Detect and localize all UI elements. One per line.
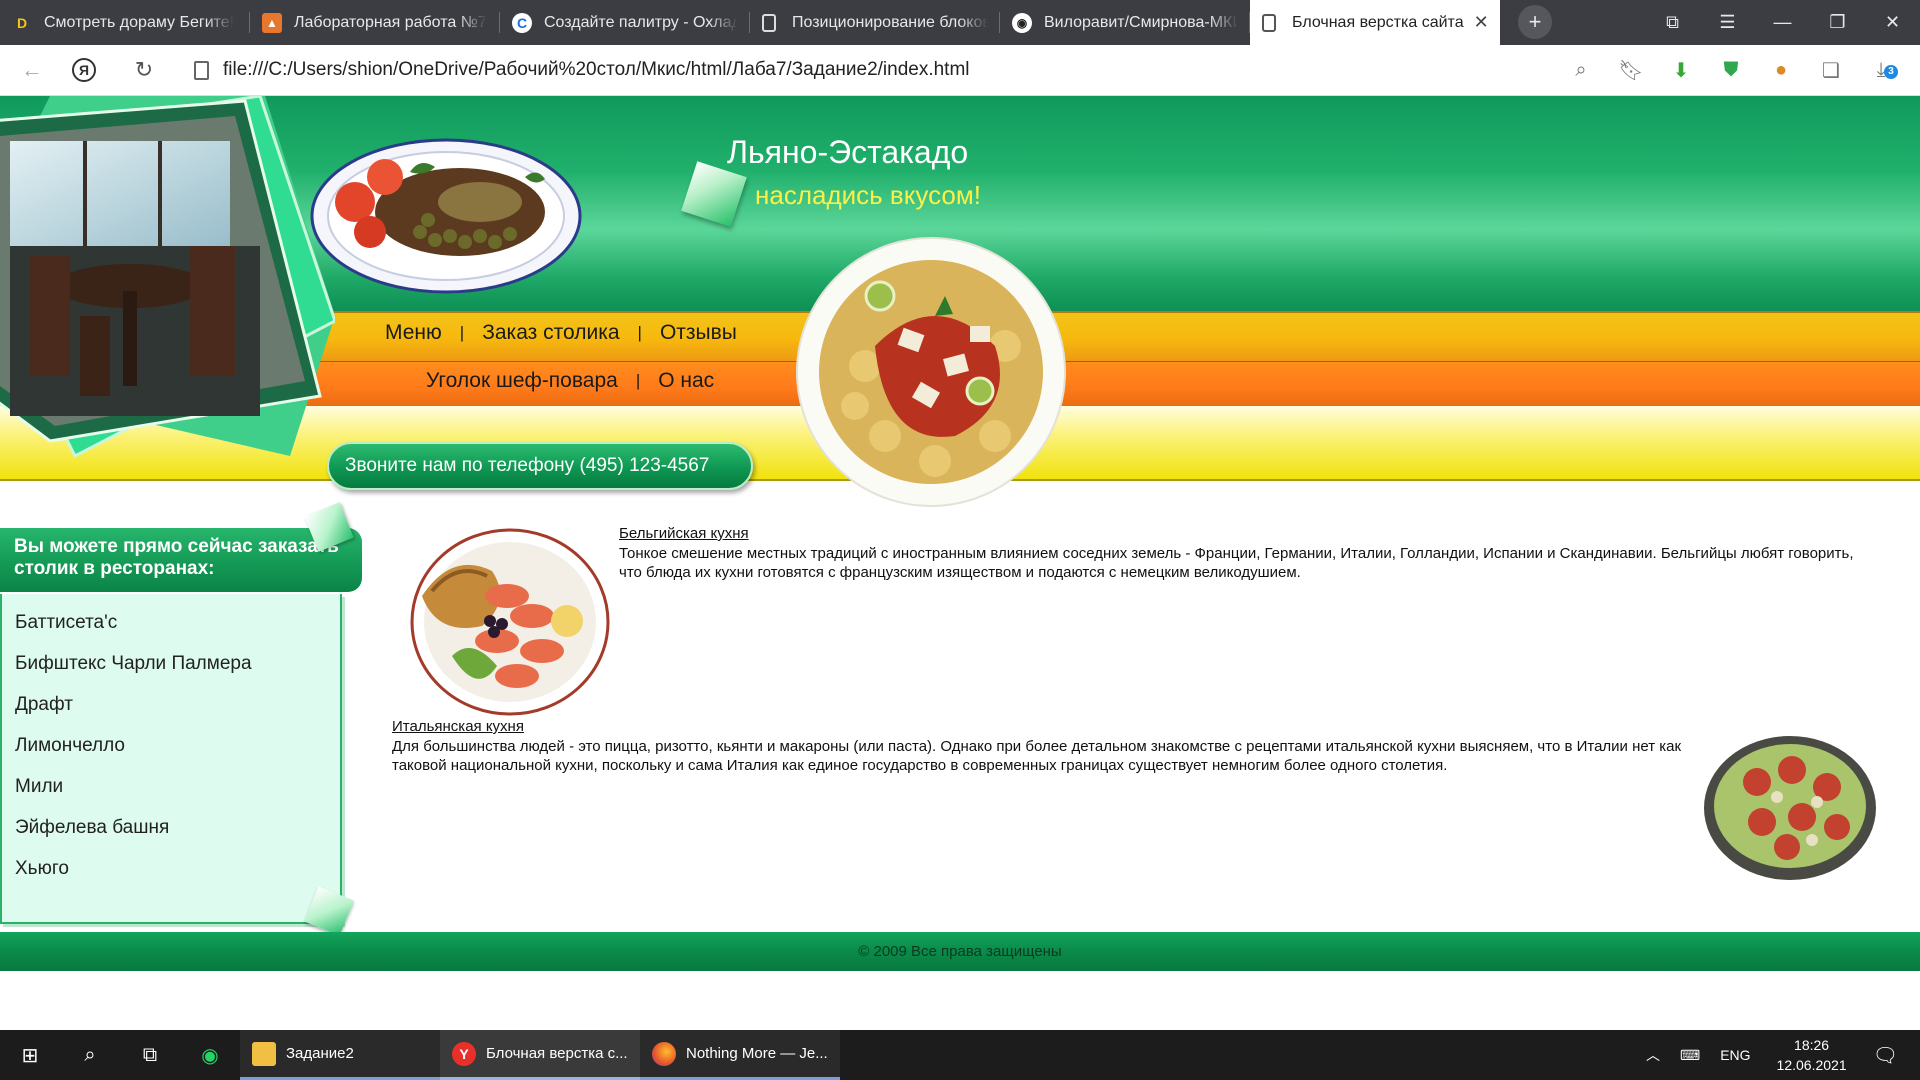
folder-icon (252, 1041, 276, 1066)
windows-taskbar: ⊞ ⌕ ⧉ ◉ Задание2 Y Блочная верстка с... … (0, 1030, 1920, 1080)
restaurant-interior-image (0, 96, 335, 459)
sidebar-item-charlie-palmer[interactable]: Бифштекс Чарли Палмера (2, 643, 340, 684)
sidebar-restaurant-list: Баттисета'c Бифштекс Чарли Палмера Драфт… (0, 594, 342, 924)
nav-separator: | (637, 323, 642, 342)
article-text-belgian: Тонкое смешение местных традиций с иност… (619, 545, 1854, 581)
web-page: Льяно-Эстакадо насладись вкусом! Меню | … (0, 96, 1920, 1030)
nav-separator: | (635, 371, 641, 390)
site-slogan: насладись вкусом! (755, 180, 981, 210)
task-view-icon[interactable]: ⧉ (120, 1030, 180, 1080)
article-title-belgian[interactable]: Бельгийская кухня (619, 525, 749, 542)
tab-label: Смотреть дораму Бегите! (44, 13, 235, 31)
windows-start-icon[interactable]: ⊞ (0, 1030, 60, 1080)
downloads-icon[interactable]: ⤓ 3 (1856, 59, 1906, 82)
palette-site-icon: C (512, 12, 532, 33)
close-window-icon[interactable]: ✕ (1865, 12, 1920, 33)
article-title-italian[interactable]: Итальянская кухня (392, 718, 524, 735)
sidebar-item-draft[interactable]: Драфт (2, 684, 340, 725)
firefox-icon (652, 1041, 676, 1066)
nav-chef-corner[interactable]: Уголок шеф-повара (426, 369, 618, 393)
yandex-icon[interactable]: Я (72, 58, 96, 82)
whatsapp-icon[interactable]: ◉ (180, 1030, 240, 1080)
document-orange-icon: ▲ (262, 12, 282, 33)
tab-label: Вилоравит/Смирнова-МКИС (1044, 13, 1238, 31)
tab-label: Создайте палитру - Охлад (544, 13, 738, 31)
keyboard-icon[interactable]: ⌨ (1680, 1047, 1700, 1064)
taskbar-app-label: Блочная верстка с... (486, 1045, 628, 1062)
tab-dorama[interactable]: D Смотреть дораму Бегите! (0, 0, 250, 45)
zoom-icon[interactable]: ⌕ (1556, 59, 1606, 82)
taskbar-app-label: Задание2 (286, 1045, 354, 1062)
language-indicator[interactable]: ENG (1720, 1047, 1750, 1063)
main-nav-row1: Меню | Заказ столика | Отзывы (385, 321, 737, 345)
pasta-plate-image (796, 237, 1066, 507)
taskbar-app-firefox[interactable]: Nothing More — Je... (640, 1030, 840, 1080)
search-icon[interactable]: ⌕ (60, 1030, 120, 1080)
tab-label: Лабораторная работа №7 (294, 13, 487, 31)
nav-about[interactable]: О нас (658, 369, 714, 393)
page-icon (1262, 13, 1276, 32)
reload-icon[interactable]: ↻ (124, 57, 164, 83)
extension-avatar-icon[interactable]: ● (1756, 59, 1806, 82)
new-tab-button[interactable]: + (1518, 5, 1552, 39)
clock-time: 18:26 (1794, 1037, 1830, 1053)
taskbar-app-label: Nothing More — Je... (686, 1045, 828, 1062)
url-field[interactable]: file:///C:/Users/shion/OneDrive/Рабочий%… (194, 59, 970, 81)
sidebar-item-mili[interactable]: Мили (2, 766, 340, 807)
steak-plate-image (310, 138, 582, 294)
tab-label: Блочная верстка сайта (1292, 13, 1464, 31)
nav-reviews[interactable]: Отзывы (660, 321, 737, 345)
nav-separator: | (459, 323, 465, 342)
yandex-browser-icon: Y (452, 1041, 476, 1066)
clock[interactable]: 18:26 12.06.2021 (1777, 1035, 1847, 1075)
d-logo-icon: D (16, 14, 28, 31)
tab-lab-work[interactable]: ▲ Лабораторная работа №7 (250, 0, 500, 45)
menu-icon[interactable]: ☰ (1700, 12, 1755, 33)
sidebar-item-hugo[interactable]: Хьюго (2, 848, 340, 889)
tab-palette[interactable]: C Создайте палитру - Охлад (500, 0, 750, 45)
phone-banner: Звоните нам по телефону (495) 123-4567 (327, 442, 753, 490)
back-arrow-icon[interactable]: ← (12, 57, 52, 83)
italian-dish-image (1704, 736, 1876, 880)
system-tray: ︿ ⌨ ENG 18:26 12.06.2021 🗨︎ (1636, 1030, 1920, 1080)
main-nav-row2: Уголок шеф-повара | О нас (426, 369, 714, 393)
bookmark-icon[interactable]: 🔖︎ (1606, 58, 1656, 83)
browser-tab-bar: D Смотреть дораму Бегите! ▲ Лабораторная… (0, 0, 1920, 45)
page-icon (194, 60, 209, 80)
url-text: file:///C:/Users/shion/OneDrive/Рабочий%… (223, 59, 970, 80)
tab-github[interactable]: ◉ Вилоравит/Смирнова-МКИС (1000, 0, 1250, 45)
collections-icon[interactable]: ❏ (1806, 58, 1856, 83)
nav-table-order[interactable]: Заказ столика (482, 321, 619, 345)
downloads-badge: 3 (1884, 64, 1898, 79)
shield-icon[interactable]: ⛊ (1706, 59, 1756, 82)
taskbar-app-yandex-browser[interactable]: Y Блочная верстка с... (440, 1030, 640, 1080)
tab-block-layout[interactable]: Блочная верстка сайта ✕ (1250, 0, 1500, 45)
address-bar: ← Я ↻ file:///C:/Users/shion/OneDrive/Ра… (0, 45, 1920, 96)
window-controls: ⧉ ☰ — ❐ ✕ (1645, 0, 1920, 45)
article-text-italian: Для большинства людей - это пицца, ризот… (392, 738, 1682, 774)
sidebar-item-eiffel-tower[interactable]: Эйфелева башня (2, 807, 340, 848)
close-tab-icon[interactable]: ✕ (1464, 12, 1489, 33)
sidebar-heading: Вы можете прямо сейчас заказать столик в… (0, 528, 362, 592)
tab-positioning[interactable]: Позиционирование блоков (750, 0, 1000, 45)
page-footer: © 2009 Все права защищены (0, 932, 1920, 971)
tabs-overview-icon[interactable]: ⧉ (1645, 12, 1700, 33)
site-title: Льяно-Эстакадо (727, 134, 969, 170)
restore-icon[interactable]: ❐ (1810, 12, 1865, 33)
sidebar-item-battiseta[interactable]: Баттисета'c (2, 602, 340, 643)
sidebar-item-limoncello[interactable]: Лимончелло (2, 725, 340, 766)
nav-menu[interactable]: Меню (385, 321, 442, 345)
chevron-up-icon[interactable]: ︿ (1646, 1045, 1660, 1065)
clock-date: 12.06.2021 (1776, 1057, 1847, 1073)
minimize-icon[interactable]: — (1755, 12, 1810, 33)
tab-label: Позиционирование блоков (792, 13, 988, 31)
taskbar-app-folder[interactable]: Задание2 (240, 1030, 440, 1080)
page-icon (762, 13, 776, 32)
toolbar-icons: ⌕ 🔖︎ ⬇ ⛊ ● ❏ ⤓ 3 (1556, 58, 1906, 83)
download-extension-icon[interactable]: ⬇ (1656, 58, 1706, 83)
notifications-icon[interactable]: 🗨︎ (1873, 1043, 1898, 1068)
belgian-dish-image (410, 528, 610, 716)
github-icon: ◉ (1012, 12, 1032, 33)
